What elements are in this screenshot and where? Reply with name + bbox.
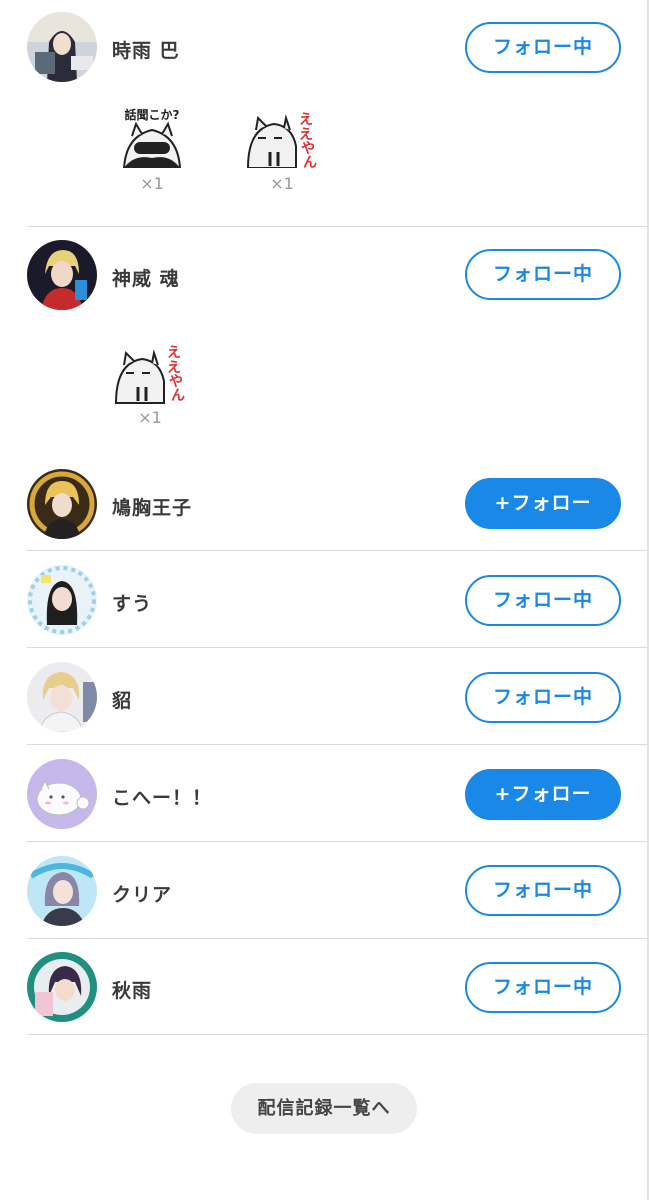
gift-item: 話聞こか? ×1 bbox=[114, 106, 190, 193]
follow-button[interactable]: フォロー中 bbox=[465, 249, 621, 300]
gift-sticker-image: え え や ん bbox=[246, 112, 317, 168]
svg-text:え: え bbox=[167, 345, 181, 361]
divider bbox=[27, 744, 649, 745]
username: 時雨 巴 bbox=[112, 40, 180, 62]
divider bbox=[27, 550, 649, 551]
username: 神威 魂 bbox=[112, 268, 180, 290]
username: 貂 bbox=[112, 690, 133, 712]
broadcast-history-button[interactable]: 配信記録一覧へ bbox=[231, 1083, 417, 1134]
avatar[interactable] bbox=[27, 12, 97, 82]
divider bbox=[27, 938, 649, 939]
avatar[interactable] bbox=[27, 952, 97, 1022]
svg-text:話聞こか?: 話聞こか? bbox=[125, 107, 180, 122]
gift-item: え え や ん ×1 bbox=[244, 106, 320, 193]
avatar[interactable] bbox=[27, 240, 97, 310]
username: こへー！！ bbox=[112, 787, 213, 809]
gift-sticker-image: え え や ん bbox=[114, 345, 185, 404]
divider bbox=[27, 1034, 649, 1035]
svg-text:ん: ん bbox=[171, 388, 185, 404]
gift-count: ×1 bbox=[270, 174, 294, 193]
username: 鳩胸王子 bbox=[112, 497, 193, 519]
divider bbox=[27, 226, 649, 227]
gift-count: ×1 bbox=[138, 408, 162, 427]
gift-item: え え や ん ×1 bbox=[112, 338, 188, 427]
avatar[interactable] bbox=[27, 565, 97, 635]
svg-text:ん: ん bbox=[303, 155, 317, 168]
avatar[interactable] bbox=[27, 469, 97, 539]
gift-count: ×1 bbox=[140, 174, 164, 193]
divider bbox=[27, 647, 649, 648]
divider bbox=[27, 841, 649, 842]
follow-button[interactable]: フォロー中 bbox=[465, 865, 621, 916]
avatar[interactable] bbox=[27, 662, 97, 732]
follow-button[interactable]: +フォロー bbox=[465, 769, 621, 820]
follow-button[interactable]: フォロー中 bbox=[465, 962, 621, 1013]
follow-button[interactable]: フォロー中 bbox=[465, 672, 621, 723]
avatar[interactable] bbox=[27, 759, 97, 829]
gift-sticker-image: 話聞こか? bbox=[122, 107, 182, 168]
svg-text:え: え bbox=[299, 112, 313, 128]
username: クリア bbox=[112, 884, 173, 906]
follow-button[interactable]: フォロー中 bbox=[465, 22, 621, 73]
follow-button[interactable]: +フォロー bbox=[465, 478, 621, 529]
username: 秋雨 bbox=[112, 980, 153, 1002]
follow-button[interactable]: フォロー中 bbox=[465, 575, 621, 626]
avatar[interactable] bbox=[27, 856, 97, 926]
username: すう bbox=[112, 593, 153, 615]
